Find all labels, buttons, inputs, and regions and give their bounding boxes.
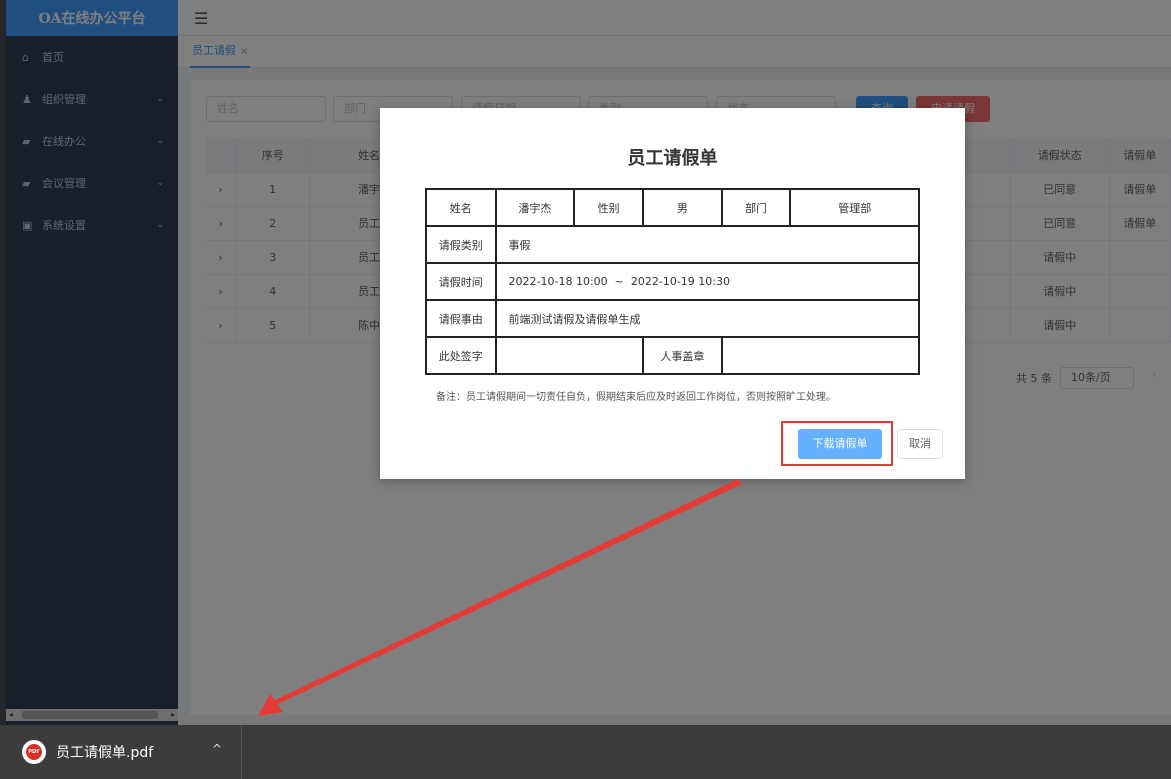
form-row-basic: 姓名 潘宇杰 性别 男 部门 管理部 [425, 188, 920, 227]
seal-area [720, 336, 921, 375]
label-signature: 此处签字 [425, 336, 497, 375]
signature-area [494, 336, 644, 375]
label-time: 请假时间 [425, 262, 497, 301]
label-gender: 性别 [573, 188, 644, 227]
browser-download-bar: PDF 员工请假单.pdf ^ [0, 725, 1171, 779]
value-reason: 前端测试请假及请假单生成 [494, 299, 921, 338]
value-dept: 管理部 [789, 188, 920, 227]
value-gender: 男 [641, 188, 723, 227]
download-form-button[interactable]: 下载请假单 [798, 429, 882, 459]
form-row-signature: 此处签字 人事盖章 [425, 336, 921, 375]
value-time: 2022-10-18 10:00 ~ 2022-10-19 10:30 [494, 262, 921, 301]
label-name: 姓名 [425, 188, 497, 227]
label-reason: 请假事由 [425, 299, 497, 338]
label-dept: 部门 [720, 188, 792, 227]
leave-form-table: 姓名 潘宇杰 性别 男 部门 管理部 请假类别 事假 请假时间 2022-10-… [425, 188, 921, 375]
value-type: 事假 [494, 225, 921, 264]
chevron-up-icon[interactable]: ^ [212, 742, 222, 756]
form-row-type: 请假类别 事假 [425, 225, 921, 264]
download-file-name[interactable]: 员工请假单.pdf [56, 742, 153, 762]
pdf-file-icon: PDF [22, 740, 46, 764]
label-hr-seal: 人事盖章 [641, 336, 723, 375]
label-type: 请假类别 [425, 225, 497, 264]
dialog-title: 员工请假单 [627, 148, 718, 169]
value-name: 潘宇杰 [494, 188, 576, 227]
form-remark: 备注：员工请假期间一切责任自负，假期结束后应及时返回工作岗位，否则按照旷工处理。 [436, 392, 836, 403]
download-item[interactable]: PDF 员工请假单.pdf ^ [8, 725, 242, 779]
cancel-button[interactable]: 取消 [897, 429, 943, 459]
pdf-badge: PDF [26, 744, 42, 760]
leave-form-dialog: 员工请假单 姓名 潘宇杰 性别 男 部门 管理部 请假类别 事假 请假时间 20… [380, 108, 965, 479]
form-row-reason: 请假事由 前端测试请假及请假单生成 [425, 299, 921, 338]
form-row-time: 请假时间 2022-10-18 10:00 ~ 2022-10-19 10:30 [425, 262, 921, 301]
